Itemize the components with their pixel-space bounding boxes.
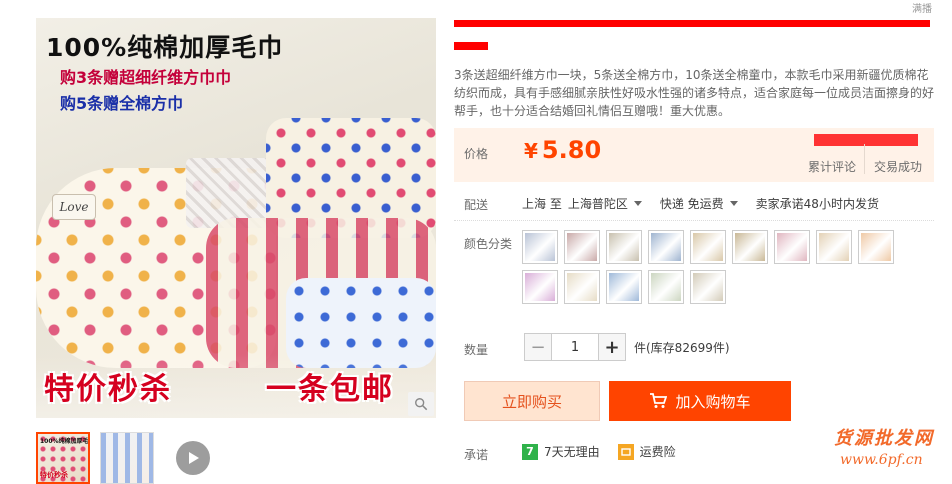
color-swatch[interactable] [858,230,894,264]
add-to-cart-label: 加入购物车 [675,392,751,411]
swatch-image [567,273,597,301]
currency-symbol: ¥ [524,139,538,163]
top-right-label: 满播 [912,4,932,15]
swatch-image [819,233,849,261]
swatch-image [861,233,891,261]
swatch-image [525,273,555,301]
play-icon [189,452,199,464]
site-watermark: 货源批发网 www.6pf.cn [834,424,934,468]
color-swatch[interactable] [816,230,852,264]
thumbnail-1[interactable]: 100%纯棉加厚毛巾 特价秒杀 [36,432,90,484]
title-redaction-1 [454,20,930,27]
ship-method-select[interactable]: 快递 免运费 [660,195,724,212]
thumbnail-sale: 特价秒杀 [40,471,68,479]
shipping-insurance-link[interactable]: 运费险 [640,443,676,460]
add-to-cart-button[interactable]: 加入购物车 [609,381,791,421]
color-swatch-list [522,230,902,304]
shipping-label: 配送 [464,198,489,212]
ship-to-select[interactable]: 上海普陀区 [568,195,628,212]
stock-text: 件(库存82699件) [634,340,730,355]
divider [454,220,934,221]
thumbnail-strip: 100%纯棉加厚毛巾 特价秒杀 [36,432,210,484]
seven-day-return-link[interactable]: 7天无理由 [544,443,600,460]
swatch-image [525,233,555,261]
shipping-row: 上海 至 上海普陀区 快递 免运费 卖家承诺48小时内发货 [522,195,879,212]
main-product-image[interactable]: Love 100%纯棉加厚毛巾 购3条赠超细纤维方巾巾 购5条赠全棉方巾 特价秒… [36,18,436,418]
color-swatch[interactable] [564,270,600,304]
swatch-image [609,273,639,301]
color-swatch[interactable] [732,230,768,264]
product-page: Love 100%纯棉加厚毛巾 购3条赠超细纤维方巾巾 购5条赠全棉方巾 特价秒… [0,0,952,484]
price-value: ¥5.80 [524,136,601,164]
quantity-input[interactable] [552,333,598,361]
swatch-image [609,233,639,261]
color-swatch[interactable] [774,230,810,264]
color-swatch[interactable] [690,230,726,264]
price-panel: 价格 ¥5.80 累计评论 交易成功 [454,128,934,182]
color-swatch[interactable] [648,230,684,264]
swatch-image [693,273,723,301]
promo-line-2: 购5条赠全棉方巾 [60,94,184,113]
quantity-decrease-button[interactable]: − [524,333,552,361]
color-swatch[interactable] [648,270,684,304]
color-swatch[interactable] [564,230,600,264]
price-label: 价格 [464,147,489,161]
thumbnail-2[interactable] [100,432,154,484]
swatch-image [651,273,681,301]
color-label: 颜色分类 [464,237,513,251]
swatch-image [693,233,723,261]
swatch-image [777,233,807,261]
review-count-link[interactable]: 累计评论 [808,158,856,175]
color-swatch[interactable] [690,270,726,304]
watermark-line-1: 货源批发网 [834,428,934,449]
color-swatch[interactable] [522,230,558,264]
zoom-button[interactable] [408,392,434,416]
ship-from: 上海 至 [522,197,562,211]
title-redaction-2 [454,42,488,50]
chevron-down-icon[interactable] [729,201,738,206]
chevron-down-icon[interactable] [633,201,642,206]
swatch-image [735,233,765,261]
product-title [454,14,932,54]
price-number: 5.80 [541,136,602,164]
love-tag: Love [52,194,96,220]
thumbnail-title: 100%纯棉加厚毛巾 [40,438,90,445]
cart-icon [650,393,668,408]
swatch-image [651,233,681,261]
ship-promise: 卖家承诺48小时内发货 [755,197,879,211]
magnifier-icon [415,398,428,411]
product-subtitle: 3条送超细纤维方巾一块，5条送全棉方巾，10条送全棉童巾，本款毛巾采用新疆优质棉… [454,68,935,118]
buy-now-button[interactable]: 立即购买 [464,381,600,421]
color-swatch[interactable] [522,270,558,304]
video-play-button[interactable] [176,441,210,475]
stats-redaction [814,134,918,146]
color-swatch[interactable] [606,230,642,264]
watermark-line-2: www.6pf.cn [840,452,923,468]
sales-count-label: 交易成功 [874,160,923,174]
promo-title: 100%纯棉加厚毛巾 [46,33,284,62]
sale-left-text: 特价秒杀 [44,372,172,407]
promise-label: 承诺 [464,448,489,462]
quantity-increase-button[interactable]: + [598,333,626,361]
promo-line-1: 购3条赠超细纤维方巾巾 [60,68,232,87]
quantity-stepper: − + 件(库存82699件) [524,333,730,361]
color-swatch[interactable] [606,270,642,304]
sale-right-text: 一条包邮 [266,372,394,407]
promise-row: 7 7天无理由 运费险 [522,443,676,460]
stats-divider [864,144,865,174]
shipping-insurance-icon [617,443,634,460]
quantity-label: 数量 [464,343,489,357]
swatch-image [567,233,597,261]
seven-day-icon: 7 [522,443,538,460]
